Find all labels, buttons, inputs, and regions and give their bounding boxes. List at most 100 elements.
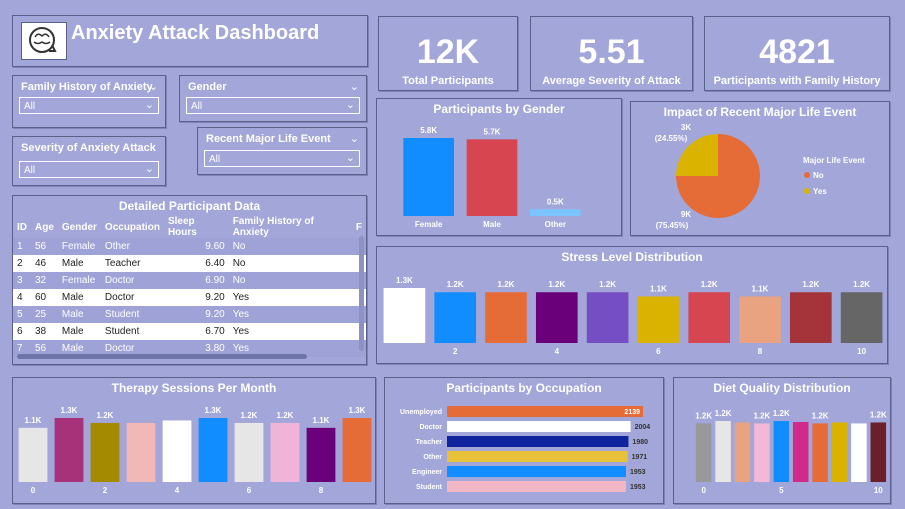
participant-table: ID Age Gender Occupation Sleep Hours Fam…: [13, 216, 366, 357]
cell-id: 6: [13, 323, 31, 340]
bar: [586, 292, 629, 343]
column-header[interactable]: ID: [13, 216, 31, 238]
cell-occupation: Other: [100, 238, 164, 255]
bar: [831, 422, 848, 482]
data-label: 1.2K: [241, 411, 258, 420]
data-label: 1.2K: [548, 280, 565, 289]
bar: [126, 422, 156, 482]
kpi-value: 4821: [759, 33, 835, 71]
data-label: 1.2K: [853, 280, 870, 289]
slicer-family-history[interactable]: Family History of Anxiety ⌄ All ⌄: [12, 75, 166, 128]
slicer-dropdown[interactable]: All ⌄: [19, 161, 159, 178]
table-row[interactable]: 4 60 Male Doctor 9.20 Yes: [13, 289, 366, 306]
slicer-title: Family History of Anxiety: [21, 81, 153, 93]
data-label: 2004: [635, 424, 651, 431]
bar: [306, 427, 336, 482]
slicer-severity[interactable]: Severity of Anxiety Attack All ⌄: [12, 136, 166, 186]
slicer-life-event[interactable]: Recent Major Life Event ⌄ All ⌄: [197, 127, 367, 175]
legend-marker: [804, 188, 810, 194]
data-label: 1953: [630, 469, 646, 476]
stress-chart-panel: Stress Level Distribution 1.3K 1.2K 2 1.2K 1…: [376, 246, 888, 364]
column-header[interactable]: F: [352, 216, 366, 238]
bar: [789, 292, 832, 343]
data-label: 1.3K: [396, 276, 413, 285]
data-label: 1.2K: [695, 411, 712, 420]
bar: [342, 418, 372, 482]
slicer-title: Severity of Anxiety Attack: [21, 142, 156, 154]
table-row[interactable]: 3 32 Female Doctor 6.90 No: [13, 272, 366, 289]
table-row[interactable]: 5 25 Male Student 9.20 Yes: [13, 306, 366, 323]
cell-occupation: Teacher: [100, 255, 164, 272]
cell-gender: Male: [57, 255, 101, 272]
cell-occupation: Doctor: [100, 289, 164, 306]
cell-age: 56: [31, 238, 58, 255]
category-label: Unemployed: [400, 409, 442, 416]
column-header[interactable]: Family History of Anxiety: [229, 216, 352, 238]
chevron-down-icon[interactable]: ⌄: [350, 132, 359, 145]
legend-label: Yes: [813, 187, 827, 196]
tick-label: Female: [415, 220, 443, 229]
tick-label: 2: [103, 486, 108, 495]
data-label: 1.2K: [277, 411, 294, 420]
cell-age: 38: [31, 323, 58, 340]
slicer-gender[interactable]: Gender ⌄ All ⌄: [179, 75, 367, 122]
cell-sleep-hours: 9.20: [163, 289, 229, 306]
cell-id: 2: [13, 255, 31, 272]
category-label: Doctor: [419, 424, 442, 431]
slicer-dropdown[interactable]: All ⌄: [19, 97, 159, 114]
table-row[interactable]: 6 38 Male Student 6.70 Yes: [13, 323, 366, 340]
cell-gender: Male: [57, 323, 101, 340]
tick-label: 8: [758, 347, 763, 356]
slice-percent-label: (75.45%): [656, 221, 689, 230]
slicer-dropdown[interactable]: All ⌄: [186, 97, 360, 114]
bar: [466, 139, 518, 216]
brain-icon: [21, 22, 67, 60]
bar: [695, 423, 712, 482]
column-header[interactable]: Occupation: [101, 216, 164, 238]
bar: [870, 422, 887, 482]
data-label: 1.3K: [61, 406, 78, 415]
data-label: 1.2K: [97, 411, 114, 420]
tick-label: 0: [701, 486, 706, 495]
kpi-value: 12K: [416, 33, 480, 71]
horizontal-scrollbar[interactable]: [17, 354, 307, 359]
kpi-card-family-history: 4821 Participants with Family History: [704, 16, 890, 91]
column-header[interactable]: Sleep Hours: [164, 216, 229, 238]
table-row[interactable]: 1 56 Female Other 9.60 No: [13, 238, 366, 255]
cell-gender: Female: [57, 272, 101, 289]
life-event-pie-chart: 3K (24.55%) 9K (75.45%) Major Life Event No Ye…: [655, 123, 865, 230]
data-label: 1980: [632, 439, 648, 446]
kpi-card-average-severity: 5.51 Average Severity of Attack: [530, 16, 693, 91]
vertical-scrollbar[interactable]: [359, 236, 364, 351]
data-label: 1.2K: [812, 411, 829, 420]
occupation-chart-panel: Participants by Occupation Unemployed 213…: [384, 377, 664, 504]
tick-label: Male: [483, 220, 501, 229]
table-row[interactable]: 2 46 Male Teacher 6.40 No: [13, 255, 366, 272]
kpi-value: 5.51: [578, 33, 645, 71]
title-panel: Anxiety Attack Dashboard: [12, 15, 368, 67]
table-header-row: ID Age Gender Occupation Sleep Hours Fam…: [13, 216, 366, 238]
cell-family-history: No: [228, 238, 352, 255]
data-label: 2139: [624, 409, 640, 416]
slicer-dropdown[interactable]: All ⌄: [204, 150, 360, 167]
tick-label: 4: [175, 486, 180, 495]
bar: [754, 423, 770, 482]
column-header[interactable]: Gender: [58, 216, 101, 238]
chart-title: Participants by Gender: [433, 102, 565, 116]
data-label: 1.2K: [802, 280, 819, 289]
tick-label: 2: [453, 347, 458, 356]
cell-gender: Male: [57, 289, 101, 306]
tick-label: 0: [31, 486, 36, 495]
chevron-down-icon[interactable]: ⌄: [350, 80, 359, 93]
chart-title: Diet Quality Distribution: [713, 381, 851, 395]
chevron-down-icon[interactable]: ⌄: [149, 80, 158, 93]
chart-title: Stress Level Distribution: [561, 250, 703, 264]
data-label: 5.7K: [484, 127, 501, 136]
tick-label: 5: [779, 486, 784, 495]
column-header[interactable]: Age: [31, 216, 58, 238]
cell-id: 4: [13, 289, 31, 306]
bar: [270, 422, 300, 482]
data-label: 1.1K: [313, 416, 330, 425]
occupation-bar-chart: Unemployed 2139 Doctor 2004 Teacher 1980 Other…: [400, 406, 651, 492]
cell-id: 5: [13, 306, 31, 323]
